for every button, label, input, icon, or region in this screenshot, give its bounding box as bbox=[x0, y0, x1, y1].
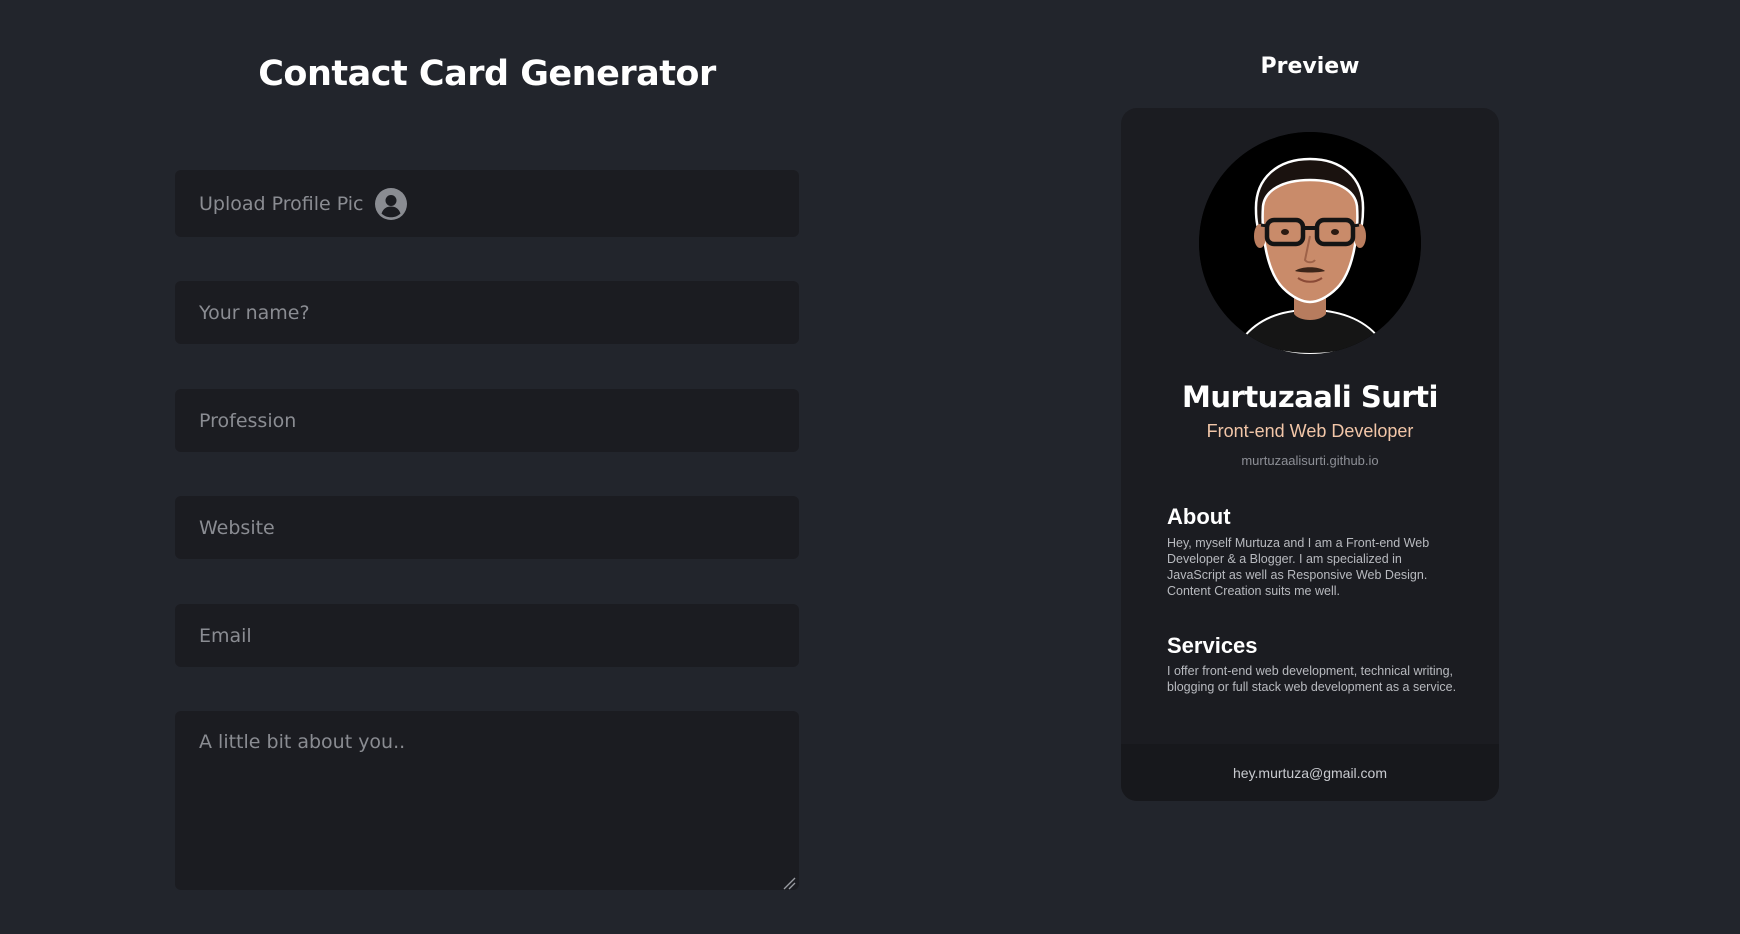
services-text: I offer front-end web development, techn… bbox=[1167, 664, 1457, 694]
website-input[interactable] bbox=[199, 516, 759, 539]
preview-title: Preview bbox=[1260, 54, 1360, 79]
card-profession: Front-end Web Developer bbox=[1206, 421, 1414, 441]
card-website-link[interactable]: murtuzaalisurti.github.io bbox=[1121, 453, 1499, 468]
website-field[interactable] bbox=[175, 496, 799, 559]
card-email-link[interactable]: hey.murtuza@gmail.com bbox=[1233, 765, 1387, 781]
email-input[interactable] bbox=[199, 624, 759, 647]
about-textarea[interactable] bbox=[199, 731, 759, 881]
card-footer: hey.murtuza@gmail.com bbox=[1121, 744, 1499, 801]
about-field[interactable] bbox=[175, 711, 799, 890]
contact-card: Murtuzaali Surti Front-end Web Developer… bbox=[1121, 108, 1499, 801]
avatar bbox=[1199, 132, 1421, 354]
upload-profile-pic-field[interactable]: Upload Profile Pic bbox=[175, 170, 799, 237]
about-heading: About bbox=[1167, 504, 1231, 529]
services-heading: Services bbox=[1167, 633, 1258, 658]
user-circle-icon bbox=[374, 187, 407, 220]
upload-label: Upload Profile Pic bbox=[199, 192, 364, 215]
email-field[interactable] bbox=[175, 604, 799, 667]
profession-input[interactable] bbox=[199, 409, 759, 432]
resize-handle-icon[interactable] bbox=[782, 873, 796, 890]
name-field[interactable] bbox=[175, 281, 799, 344]
about-text: Hey, myself Murtuza and I am a Front-end… bbox=[1167, 536, 1430, 598]
form-title: Contact Card Generator bbox=[258, 54, 716, 94]
profession-field[interactable] bbox=[175, 389, 799, 452]
card-name: Murtuzaali Surti bbox=[1182, 380, 1438, 414]
page: Contact Card Generator Upload Profile Pi… bbox=[0, 0, 1740, 934]
name-input[interactable] bbox=[199, 301, 759, 324]
